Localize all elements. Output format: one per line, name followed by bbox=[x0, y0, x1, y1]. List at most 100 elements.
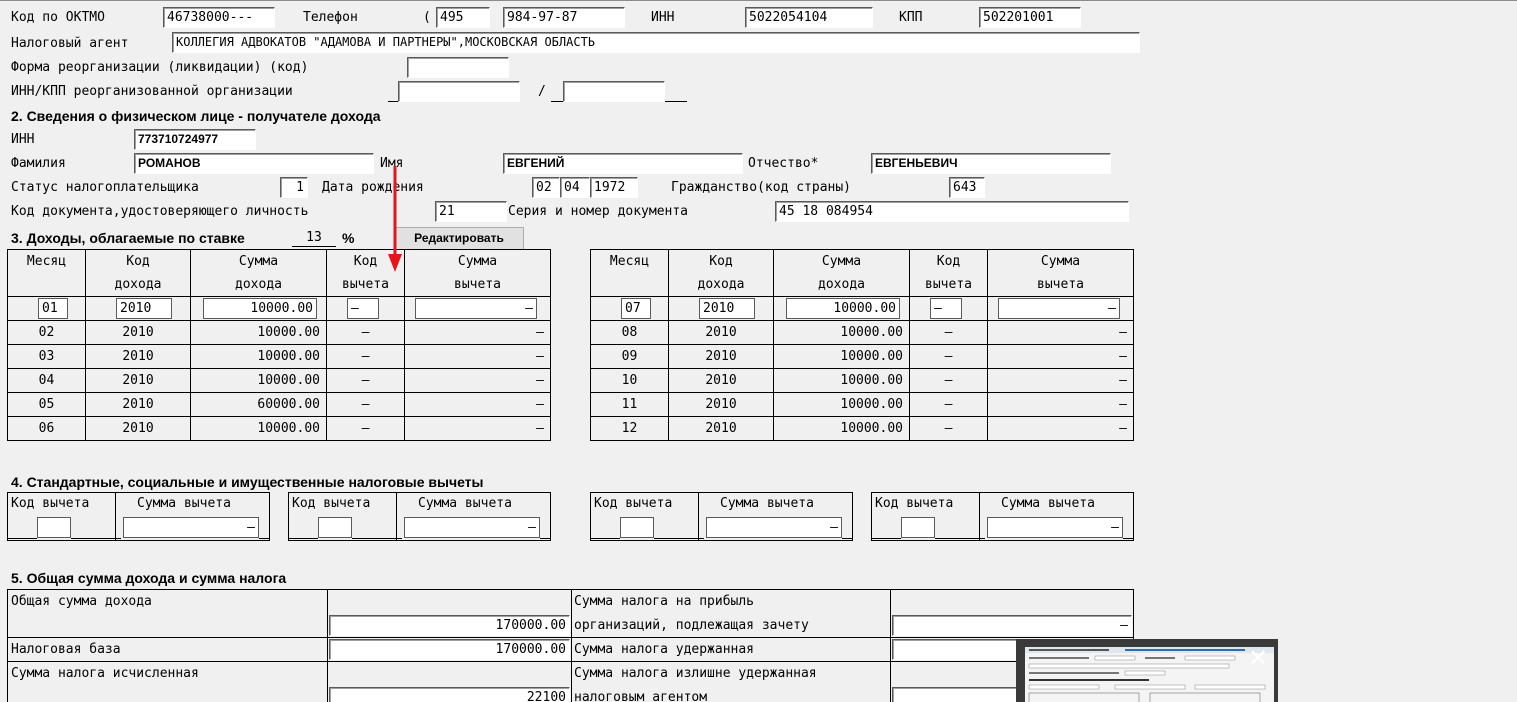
table-row: 10 2010 10000.00– – bbox=[590, 368, 1134, 393]
table-row: 11 2010 10000.00– – bbox=[590, 392, 1134, 417]
sum-field[interactable]: 10000.00 bbox=[786, 298, 900, 319]
col-month: Месяц bbox=[590, 249, 669, 273]
edit-button[interactable]: Редактировать bbox=[394, 227, 524, 250]
col-ded-2: вычета bbox=[326, 273, 405, 297]
birth-month-field[interactable]: 04 bbox=[560, 177, 590, 198]
col-code-2: дохода bbox=[85, 273, 191, 297]
code-field[interactable]: 2010 bbox=[699, 298, 755, 319]
kpp-field[interactable]: 502201001 bbox=[979, 7, 1081, 28]
ded-sum-field[interactable]: – bbox=[987, 517, 1123, 538]
dsum-field[interactable]: – bbox=[998, 298, 1120, 319]
table-row: 07 2010 10000.00 – – bbox=[590, 296, 1134, 321]
total-income-field[interactable]: 170000.00 bbox=[329, 615, 570, 636]
col-dsum-2: вычета bbox=[987, 273, 1134, 297]
table-row: 06 2010 10000.00– – bbox=[7, 416, 551, 441]
col-code: Код bbox=[668, 249, 774, 273]
preview-miniature-icon bbox=[1025, 647, 1274, 702]
ded-sum-field[interactable]: – bbox=[404, 517, 540, 538]
table-row: 03 2010 10000.00– – bbox=[7, 344, 551, 369]
doc-series-field[interactable]: 45 18 084954 bbox=[775, 201, 1129, 222]
deduction-block: Код вычета Сумма вычета – bbox=[590, 492, 853, 541]
col-ded: Код bbox=[909, 249, 988, 273]
col-code: Код bbox=[85, 249, 191, 273]
doc-code-label: Код документа,удостоверяющего личность bbox=[11, 204, 309, 219]
ded-code-header: Код вычета bbox=[11, 496, 90, 511]
reorg-inn-field[interactable] bbox=[398, 81, 520, 102]
kpp-label: КПП bbox=[899, 10, 923, 25]
reorg-kpp-underline-left bbox=[551, 101, 563, 102]
name-field[interactable]: ЕВГЕНИЙ bbox=[503, 153, 743, 174]
col-dsum: Сумма bbox=[404, 249, 551, 273]
phone-number-field[interactable]: 984-97-87 bbox=[503, 7, 625, 28]
tax-calc-field[interactable]: 22100 bbox=[329, 687, 570, 702]
col-sum: Сумма bbox=[773, 249, 910, 273]
citizenship-field[interactable]: 643 bbox=[949, 177, 985, 198]
code-field[interactable]: 2010 bbox=[116, 298, 172, 319]
col-dsum: Сумма bbox=[987, 249, 1134, 273]
income-table-right: Месяц Код Сумма Код Сумма дохода дохода … bbox=[590, 249, 1134, 441]
ded-code-field[interactable] bbox=[37, 517, 71, 538]
dsum-field[interactable]: – bbox=[415, 298, 537, 319]
preview-thumbnail[interactable]: ✕ bbox=[1016, 639, 1278, 702]
person-inn-label: ИНН bbox=[11, 132, 35, 147]
birth-day-field[interactable]: 02 bbox=[532, 177, 560, 198]
profit-tax-field[interactable]: – bbox=[892, 615, 1132, 636]
patronymic-field[interactable]: ЕВГЕНЬЕВИЧ bbox=[871, 153, 1111, 174]
table-row: 08 2010 10000.00– – bbox=[590, 320, 1134, 345]
ded-code-field[interactable] bbox=[620, 517, 654, 538]
deduction-block: Код вычета Сумма вычета – bbox=[871, 492, 1134, 541]
oktmo-field[interactable]: 46738000--- bbox=[163, 7, 275, 28]
citizenship-label: Гражданство(код страны) bbox=[671, 180, 852, 195]
income-table-left: Месяц Код Сумма Код Сумма дохода дохода … bbox=[7, 249, 551, 441]
ded-code-header: Код вычета bbox=[875, 496, 954, 511]
ded-sum-header: Сумма вычета bbox=[720, 496, 814, 511]
surname-field[interactable]: РОМАНОВ bbox=[134, 153, 374, 174]
ded-field[interactable]: – bbox=[930, 298, 962, 319]
col-sum-2: дохода bbox=[773, 273, 910, 297]
month-field[interactable]: 07 bbox=[621, 298, 651, 319]
excess-label-2: налоговым агентом bbox=[574, 690, 708, 702]
phone-label: Телефон bbox=[303, 10, 358, 25]
tax-base-label: Налоговая база bbox=[11, 642, 121, 657]
ded-sum-header: Сумма вычета bbox=[418, 496, 512, 511]
withheld-label: Сумма налога удержанная bbox=[574, 642, 755, 657]
status-field[interactable]: 1 bbox=[280, 177, 308, 198]
col-sum-2: дохода bbox=[190, 273, 327, 297]
ded-code-header: Код вычета bbox=[594, 496, 673, 511]
profit-tax-label-1: Сумма налога на прибыль bbox=[574, 594, 755, 609]
table-row: 01 2010 10000.00 – – bbox=[7, 296, 551, 321]
reorg-form-field[interactable] bbox=[407, 57, 509, 78]
col-ded-2: вычета bbox=[909, 273, 988, 297]
ded-code-field[interactable] bbox=[901, 517, 935, 538]
agent-inn-field[interactable]: 5022054104 bbox=[745, 7, 873, 28]
reorg-form-label: Форма реорганизации (ликвидации) (код) bbox=[11, 60, 309, 75]
reorg-kpp-underline-right bbox=[665, 101, 687, 102]
person-inn-field[interactable]: 773710724977 bbox=[134, 129, 256, 150]
col-month-2 bbox=[590, 273, 669, 297]
ded-code-field[interactable] bbox=[318, 517, 352, 538]
ded-sum-header: Сумма вычета bbox=[137, 496, 231, 511]
rate-field[interactable]: 13 bbox=[292, 228, 336, 247]
agent-inn-label: ИНН bbox=[651, 10, 675, 25]
tax-base-field[interactable]: 170000.00 bbox=[329, 639, 570, 660]
close-icon[interactable]: ✕ bbox=[1238, 639, 1278, 677]
patronymic-label: Отчество* bbox=[748, 156, 819, 171]
table-row: 09 2010 10000.00– – bbox=[590, 344, 1134, 369]
table-row: 04 2010 10000.00– – bbox=[7, 368, 551, 393]
birth-year-field[interactable]: 1972 bbox=[590, 177, 638, 198]
section2-title: 2. Сведения о физическом лице - получате… bbox=[11, 108, 381, 124]
status-label: Статус налогоплательщика bbox=[11, 180, 199, 195]
ded-sum-field[interactable]: – bbox=[123, 517, 259, 538]
phone-code-field[interactable]: 495 bbox=[436, 7, 490, 28]
agent-field[interactable]: КОЛЛЕГИЯ АДВОКАТОВ "АДАМОВА И ПАРТНЕРЫ",… bbox=[172, 32, 1140, 53]
ded-field[interactable]: – bbox=[347, 298, 379, 319]
profit-tax-label-2: организаций, подлежащая зачету bbox=[574, 618, 809, 633]
doc-code-field[interactable]: 21 bbox=[435, 201, 507, 222]
col-sum: Сумма bbox=[190, 249, 327, 273]
col-code-2: дохода bbox=[668, 273, 774, 297]
table-row: 02 2010 10000.00– – bbox=[7, 320, 551, 345]
sum-field[interactable]: 10000.00 bbox=[203, 298, 317, 319]
month-field[interactable]: 01 bbox=[38, 298, 68, 319]
ded-sum-field[interactable]: – bbox=[706, 517, 842, 538]
reorg-kpp-field[interactable] bbox=[563, 81, 665, 102]
